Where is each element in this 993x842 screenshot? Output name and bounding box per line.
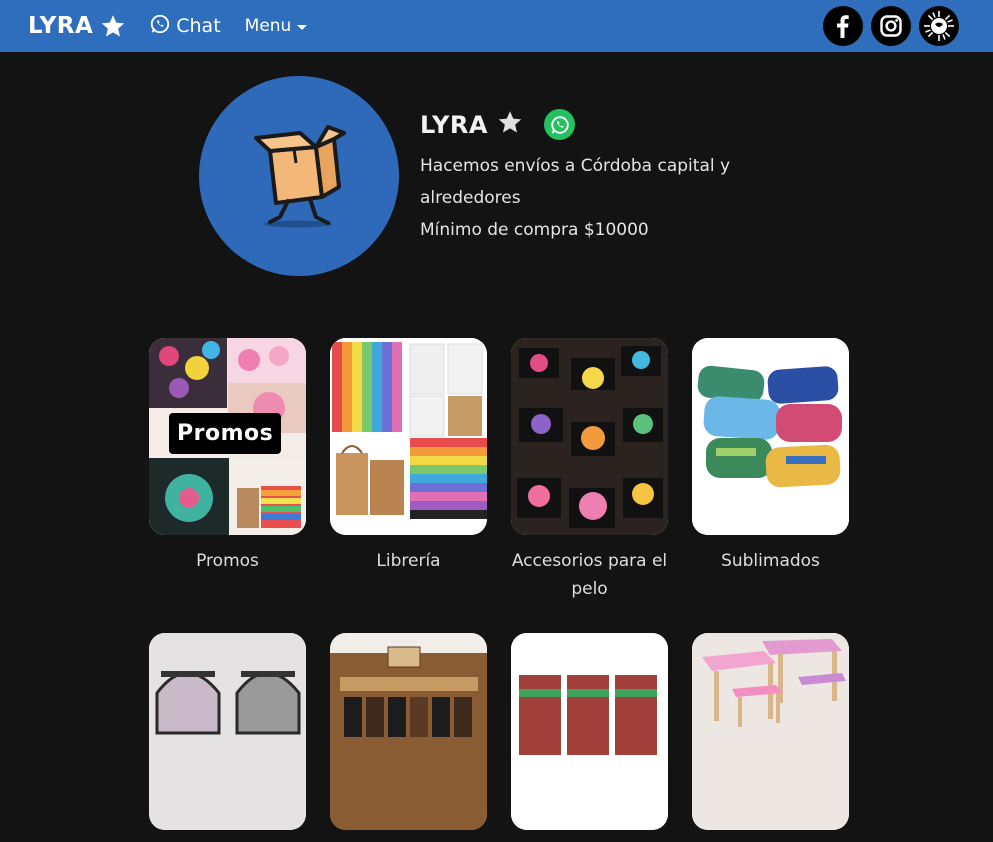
store-avatar — [199, 76, 399, 276]
category-label: Promos — [196, 551, 259, 571]
facebook-icon[interactable] — [823, 6, 863, 46]
store-name: LYRA — [420, 110, 488, 139]
category-bags[interactable] — [149, 633, 306, 842]
chat-link[interactable]: Chat — [149, 13, 221, 40]
category-accesorios[interactable]: Accesorios para el pelo — [511, 338, 668, 603]
category-cuero[interactable] — [330, 633, 487, 842]
whatsapp-icon — [149, 13, 171, 40]
store-description: Hacemos envíos a Córdoba capital y alred… — [420, 150, 780, 246]
whatsapp-icon — [550, 115, 569, 134]
category-muebles[interactable] — [692, 633, 849, 842]
star-icon — [99, 13, 127, 40]
category-image — [692, 633, 849, 830]
menu-dropdown[interactable]: Menu — [245, 16, 308, 36]
navbar: LYRA Chat Menu — [0, 0, 993, 52]
promo-badge: Promos — [169, 413, 282, 454]
category-label: Sublimados — [721, 551, 820, 571]
instagram-icon[interactable] — [871, 6, 911, 46]
category-image — [330, 338, 487, 535]
category-image — [511, 338, 668, 535]
store-profile: LYRA Hacemos envíos a Córdoba capital y … — [199, 76, 780, 276]
category-sublimados[interactable]: Sublimados — [692, 338, 849, 603]
whatsapp-button[interactable] — [544, 109, 575, 140]
star-icon — [496, 109, 524, 140]
category-promos[interactable]: Promos Promos — [149, 338, 306, 603]
store-name-row: LYRA — [420, 109, 780, 140]
minimum-purchase: Mínimo de compra $10000 — [420, 220, 649, 240]
caret-down-icon — [297, 24, 308, 30]
menu-label: Menu — [244, 16, 292, 36]
brand-link[interactable]: LYRA — [28, 13, 127, 40]
walking-box-icon — [254, 125, 346, 228]
brand-name: LYRA — [28, 13, 94, 39]
category-image — [149, 633, 306, 830]
category-image — [330, 633, 487, 830]
category-image: Promos — [149, 338, 306, 535]
chat-label: Chat — [176, 15, 221, 37]
store-info: LYRA Hacemos envíos a Córdoba capital y … — [420, 76, 780, 276]
category-image — [511, 633, 668, 830]
sun-icon[interactable] — [919, 6, 959, 46]
category-libreria[interactable]: Librería — [330, 338, 487, 603]
category-grid: Promos Promos Librería Accesorios para e… — [149, 338, 849, 842]
category-label: Accesorios para el pelo — [511, 551, 668, 599]
social-links — [823, 6, 959, 46]
category-boxes[interactable] — [511, 633, 668, 842]
category-label: Librería — [376, 551, 441, 571]
category-image — [692, 338, 849, 535]
shipping-info: Hacemos envíos a Córdoba capital y alred… — [420, 156, 731, 208]
